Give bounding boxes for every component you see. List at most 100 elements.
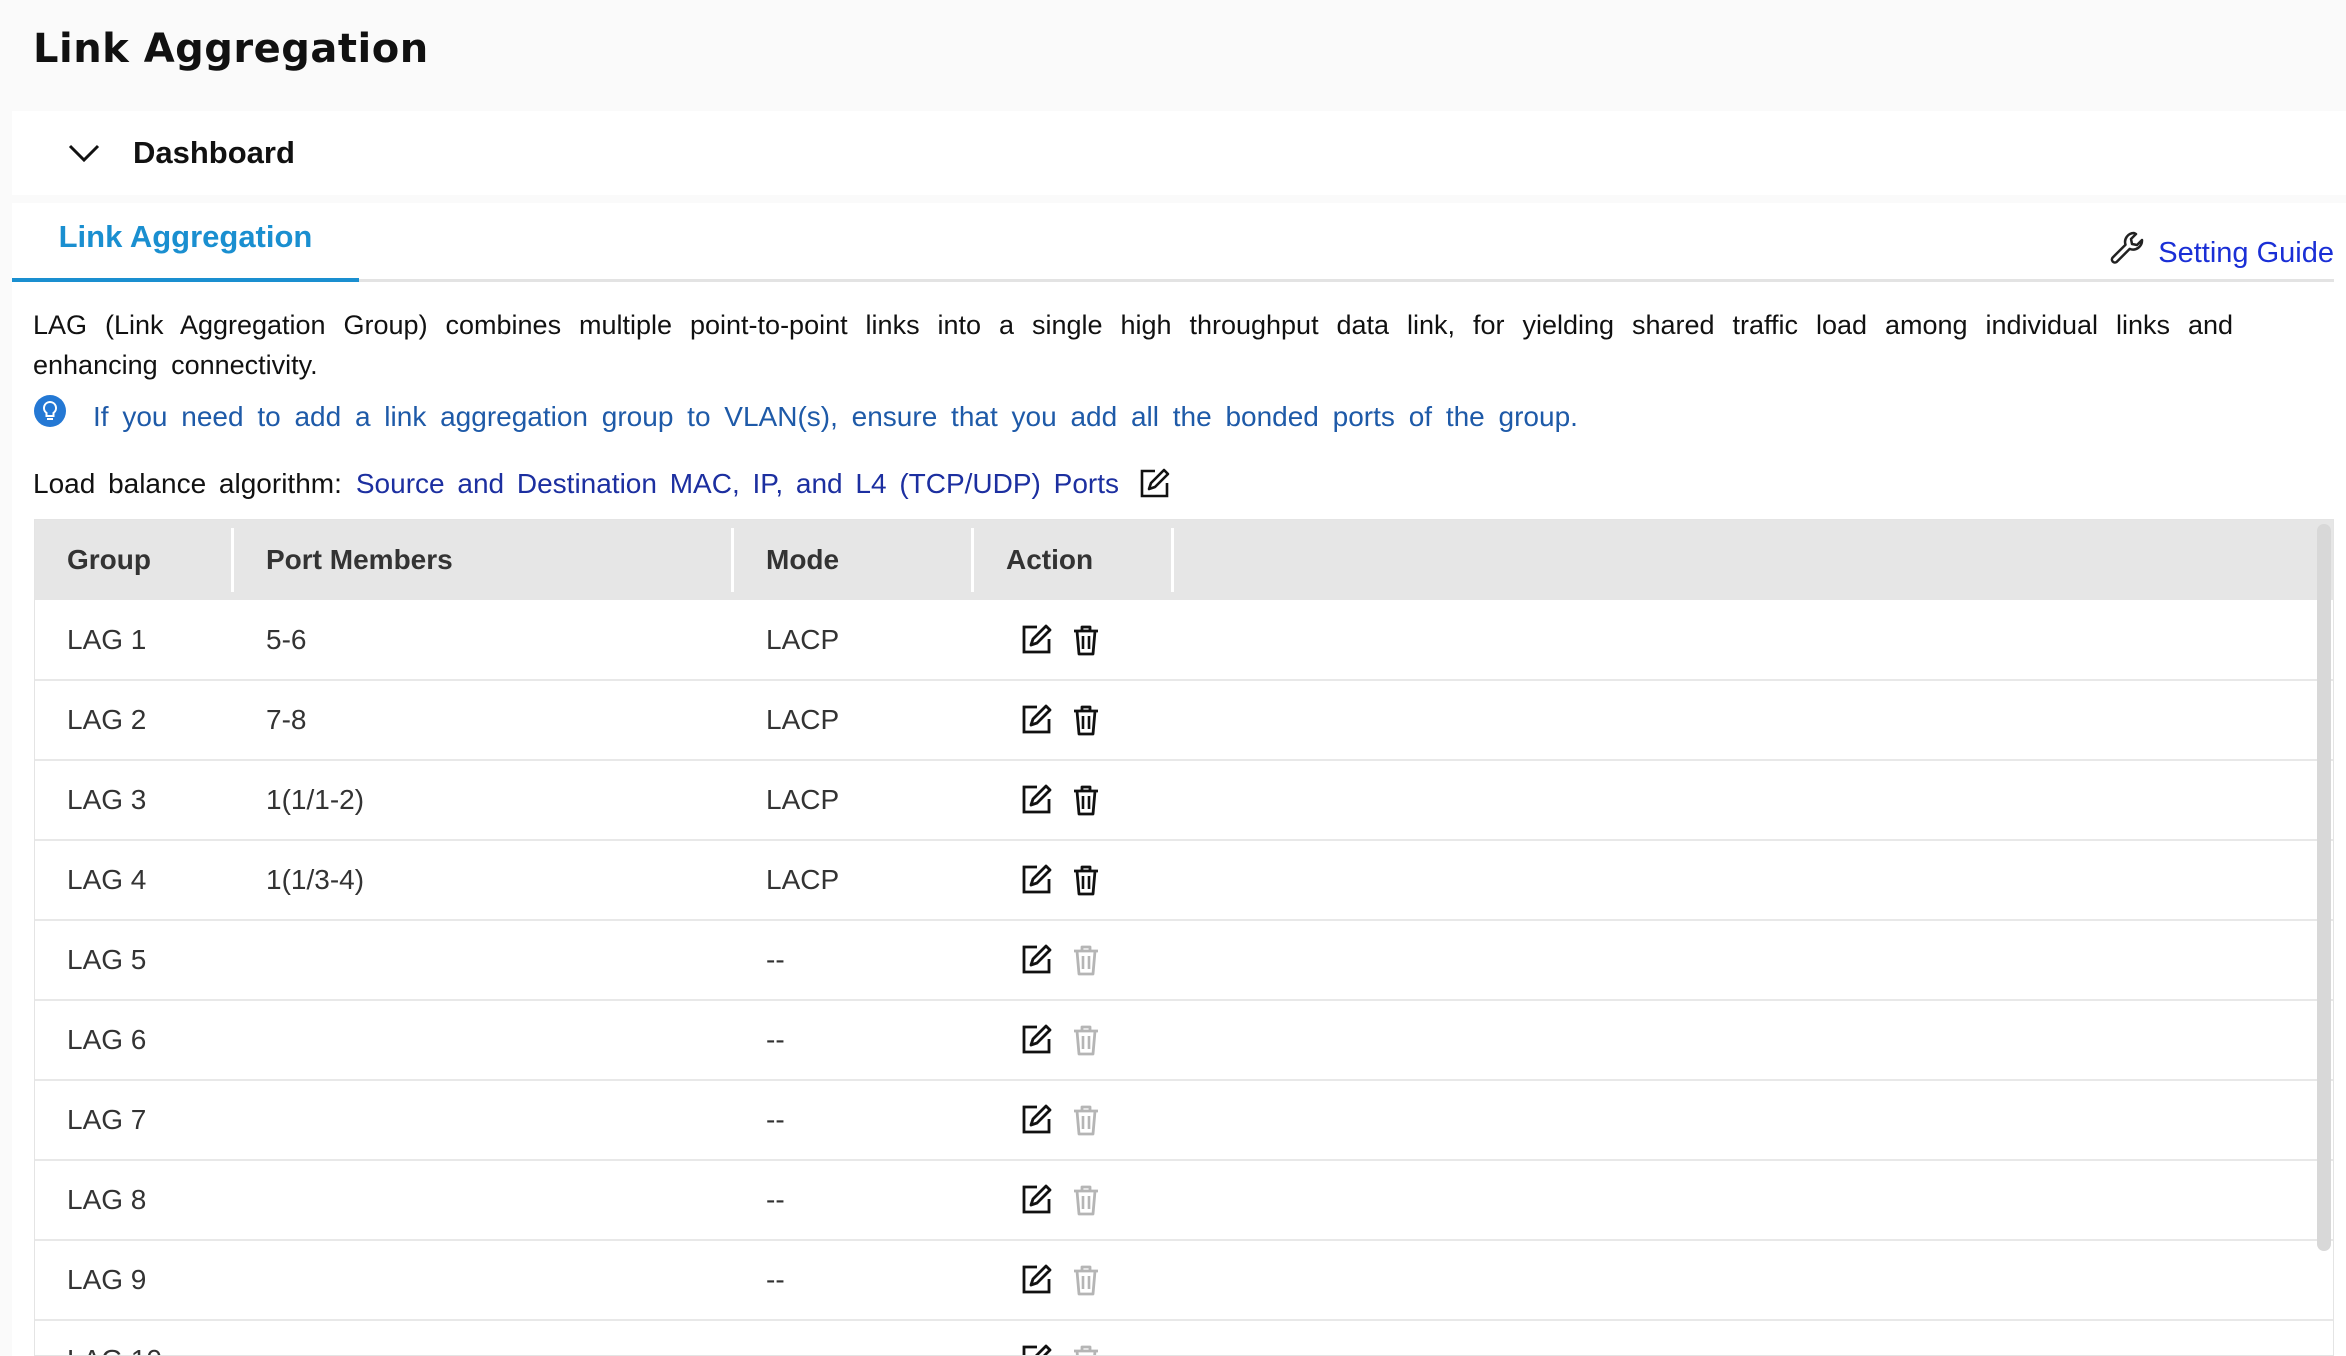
cell-mode: -- bbox=[734, 1000, 974, 1081]
edit-icon[interactable] bbox=[1018, 702, 1054, 738]
table-row: LAG 6 -- bbox=[35, 1000, 2333, 1081]
column-header-port-members: Port Members bbox=[234, 520, 734, 600]
trash-icon[interactable] bbox=[1068, 782, 1104, 818]
trash-icon[interactable] bbox=[1068, 622, 1104, 658]
column-header-mode: Mode bbox=[734, 520, 974, 600]
cell-port-members bbox=[234, 920, 734, 1001]
cell-mode: -- bbox=[734, 920, 974, 1001]
table-row: LAG 9 -- bbox=[35, 1240, 2333, 1321]
wrench-icon bbox=[2108, 229, 2148, 277]
trash-icon bbox=[1068, 942, 1104, 978]
load-balance-row: Load balance algorithm: Source and Desti… bbox=[33, 467, 1171, 501]
cell-group: LAG 2 bbox=[35, 680, 234, 761]
cell-action bbox=[974, 600, 1174, 681]
cell-port-members bbox=[234, 1240, 734, 1321]
cell-action bbox=[974, 1080, 1174, 1161]
column-header-action: Action bbox=[974, 520, 1174, 600]
cell-port-members: 5-6 bbox=[234, 600, 734, 681]
dashboard-toggle[interactable]: Dashboard bbox=[12, 111, 2346, 195]
main-panel: Link Aggregation Setting Guide LAG (Link… bbox=[12, 203, 2346, 1356]
cell-action bbox=[974, 1000, 1174, 1081]
cell-action bbox=[974, 840, 1174, 921]
table-row: LAG 10 -- bbox=[35, 1320, 2333, 1355]
cell-filler bbox=[1174, 600, 2333, 681]
dashboard-label: Dashboard bbox=[133, 135, 295, 170]
page-title: Link Aggregation bbox=[33, 26, 429, 72]
cell-group: LAG 3 bbox=[35, 760, 234, 841]
cell-filler bbox=[1174, 1000, 2333, 1081]
edit-icon[interactable] bbox=[1018, 942, 1054, 978]
cell-mode: -- bbox=[734, 1160, 974, 1241]
cell-port-members bbox=[234, 1080, 734, 1161]
edit-icon[interactable] bbox=[1137, 467, 1171, 501]
cell-mode: -- bbox=[734, 1240, 974, 1321]
edit-icon[interactable] bbox=[1018, 622, 1054, 658]
edit-icon[interactable] bbox=[1018, 1022, 1054, 1058]
cell-action bbox=[974, 1240, 1174, 1321]
cell-filler bbox=[1174, 1160, 2333, 1241]
cell-mode: LACP bbox=[734, 760, 974, 841]
cell-action bbox=[974, 760, 1174, 841]
trash-icon bbox=[1068, 1342, 1104, 1355]
cell-filler bbox=[1174, 760, 2333, 841]
cell-port-members bbox=[234, 1320, 734, 1355]
cell-mode: -- bbox=[734, 1320, 974, 1355]
table-row: LAG 4 1(1/3-4) LACP bbox=[35, 840, 2333, 921]
table-row: LAG 8 -- bbox=[35, 1160, 2333, 1241]
cell-filler bbox=[1174, 1080, 2333, 1161]
cell-port-members: 7-8 bbox=[234, 680, 734, 761]
table-row: LAG 5 -- bbox=[35, 920, 2333, 1001]
cell-group: LAG 1 bbox=[35, 600, 234, 681]
tab-bar: Link Aggregation Setting Guide bbox=[12, 203, 2334, 282]
tab-link-aggregation[interactable]: Link Aggregation bbox=[12, 203, 359, 282]
setting-guide-label: Setting Guide bbox=[2158, 236, 2334, 269]
cell-port-members: 1(1/1-2) bbox=[234, 760, 734, 841]
column-header-filler bbox=[1174, 520, 2333, 600]
cell-group: LAG 7 bbox=[35, 1080, 234, 1161]
setting-guide-link[interactable]: Setting Guide bbox=[2108, 229, 2334, 277]
cell-group: LAG 5 bbox=[35, 920, 234, 1001]
trash-icon bbox=[1068, 1102, 1104, 1138]
cell-filler bbox=[1174, 1240, 2333, 1321]
table-row: LAG 1 5-6 LACP bbox=[35, 600, 2333, 681]
cell-group: LAG 8 bbox=[35, 1160, 234, 1241]
edit-icon[interactable] bbox=[1018, 862, 1054, 898]
trash-icon bbox=[1068, 1022, 1104, 1058]
cell-group: LAG 4 bbox=[35, 840, 234, 921]
cell-mode: LACP bbox=[734, 840, 974, 921]
cell-mode: LACP bbox=[734, 680, 974, 761]
cell-port-members bbox=[234, 1160, 734, 1241]
cell-filler bbox=[1174, 920, 2333, 1001]
edit-icon[interactable] bbox=[1018, 1342, 1054, 1355]
cell-group: LAG 9 bbox=[35, 1240, 234, 1321]
lag-table: Group Port Members Mode Action LAG 1 5-6 L… bbox=[34, 519, 2334, 1356]
trash-icon[interactable] bbox=[1068, 862, 1104, 898]
cell-filler bbox=[1174, 840, 2333, 921]
lightbulb-icon bbox=[33, 394, 67, 428]
edit-icon[interactable] bbox=[1018, 1182, 1054, 1218]
cell-action bbox=[974, 680, 1174, 761]
trash-icon bbox=[1068, 1262, 1104, 1298]
cell-group: LAG 6 bbox=[35, 1000, 234, 1081]
tip-message: If you need to add a link aggregation gr… bbox=[33, 395, 1578, 433]
edit-icon[interactable] bbox=[1018, 782, 1054, 818]
cell-mode: -- bbox=[734, 1080, 974, 1161]
load-balance-value: Source and Destination MAC, IP, and L4 (… bbox=[355, 468, 1120, 499]
cell-group: LAG 10 bbox=[35, 1320, 234, 1355]
table-scrollbar[interactable] bbox=[2317, 524, 2331, 1251]
cell-action bbox=[974, 1160, 1174, 1241]
tip-text: If you need to add a link aggregation gr… bbox=[93, 401, 1578, 432]
load-balance-label: Load balance algorithm: bbox=[33, 468, 342, 499]
description-text: LAG (Link Aggregation Group) combines mu… bbox=[33, 310, 2233, 380]
trash-icon bbox=[1068, 1182, 1104, 1218]
cell-mode: LACP bbox=[734, 600, 974, 681]
trash-icon[interactable] bbox=[1068, 702, 1104, 738]
cell-port-members bbox=[234, 1000, 734, 1081]
cell-action bbox=[974, 920, 1174, 1001]
chevron-down-icon bbox=[64, 133, 104, 173]
table-row: LAG 3 1(1/1-2) LACP bbox=[35, 760, 2333, 841]
edit-icon[interactable] bbox=[1018, 1262, 1054, 1298]
cell-filler bbox=[1174, 680, 2333, 761]
table-row: LAG 2 7-8 LACP bbox=[35, 680, 2333, 761]
edit-icon[interactable] bbox=[1018, 1102, 1054, 1138]
